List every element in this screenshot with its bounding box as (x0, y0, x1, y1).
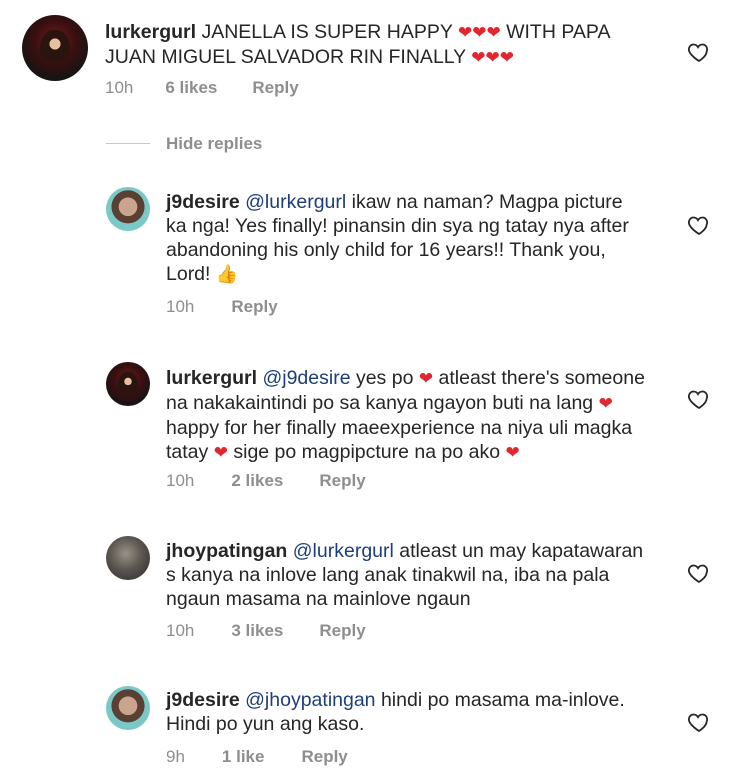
comment-text: lurkergurl JANELLA IS SUPER HAPPY ❤❤❤ WI… (105, 20, 610, 70)
comment-line: abandoning his only child for 16 years!!… (166, 239, 606, 261)
comment-line: JANELLA IS SUPER HAPPY (201, 21, 458, 43)
mention-link[interactable]: @j9desire (262, 367, 350, 389)
hide-replies-button[interactable]: Hide replies (166, 134, 262, 154)
comment-meta: 10h 6 likes Reply (105, 78, 299, 98)
mention-link[interactable]: @lurkergurl (245, 191, 346, 213)
comment-line: Lord! (166, 263, 216, 285)
comment-line: sige po magpipcture na po ako (227, 441, 506, 463)
avatar[interactable] (106, 536, 150, 580)
comment-meta: 10h 2 likes Reply (166, 471, 366, 491)
reply-button[interactable]: Reply (319, 621, 365, 641)
mention-link[interactable]: @lurkergurl (293, 540, 394, 562)
heart-outline-icon[interactable] (686, 213, 712, 237)
comment-text: j9desire @jhoypatingan hindi po masama m… (166, 688, 625, 736)
comment-line: ngaun masama na mainlove ngaun (166, 588, 471, 610)
heart-emoji: ❤ (598, 394, 613, 413)
comment-line: yes po (350, 367, 419, 389)
reply-button[interactable]: Reply (301, 747, 347, 767)
comment-line: JUAN MIGUEL SALVADOR RIN FINALLY (105, 46, 472, 68)
reply-button[interactable]: Reply (252, 78, 298, 98)
heart-emoji: ❤ (418, 369, 434, 388)
comment-meta: 10h 3 likes Reply (166, 621, 366, 641)
divider-line (106, 143, 150, 144)
comment-line: atleast un may kapatawaran (393, 540, 644, 562)
comment-text: jhoypatingan @lurkergurl atleast un may … (166, 539, 643, 611)
likes-count[interactable]: 3 likes (231, 621, 283, 641)
comment-line: s kanya na inlove lang anak tinakwil na,… (166, 564, 610, 586)
heart-outline-icon[interactable] (686, 710, 712, 734)
comment-line: tatay (166, 441, 214, 463)
username[interactable]: j9desire (166, 689, 240, 711)
reply-button[interactable]: Reply (231, 297, 277, 317)
likes-count[interactable]: 2 likes (231, 471, 283, 491)
comment-line: na nakakaintindi po sa kanya ngayon buti… (166, 392, 599, 414)
timestamp: 10h (166, 297, 195, 316)
timestamp: 10h (166, 471, 195, 490)
avatar[interactable] (106, 362, 150, 406)
avatar[interactable] (106, 187, 150, 231)
username[interactable]: j9desire (166, 191, 240, 213)
comment-text: j9desire @lurkergurl ikaw na naman? Magp… (166, 190, 629, 286)
comment-line: ikaw na naman? Magpa picture (346, 191, 623, 213)
comment-line: ka nga! Yes finally! pinansin din sya ng… (166, 215, 629, 237)
hearts-emoji: ❤❤❤ (457, 23, 501, 42)
username[interactable]: lurkergurl (166, 367, 257, 389)
likes-count[interactable]: 6 likes (165, 78, 217, 98)
comment-line: happy for her finally maeexperience na n… (166, 417, 633, 439)
avatar[interactable] (22, 15, 88, 81)
comment-line: Hindi po yun ang kaso. (166, 713, 365, 735)
thumbs-up-emoji: 👍 (215, 264, 239, 284)
timestamp: 9h (166, 747, 185, 766)
comment-meta: 10h Reply (166, 297, 278, 317)
timestamp: 10h (166, 621, 195, 640)
avatar[interactable] (106, 686, 150, 730)
heart-outline-icon[interactable] (686, 561, 712, 585)
username[interactable]: lurkergurl (105, 21, 196, 43)
timestamp: 10h (105, 78, 134, 97)
heart-outline-icon[interactable] (686, 387, 712, 411)
comment-meta: 9h 1 like Reply (166, 747, 348, 767)
comment-line: atleast there's someone (433, 367, 645, 389)
likes-count[interactable]: 1 like (222, 747, 265, 767)
heart-emoji: ❤ (505, 443, 520, 462)
comment-line: WITH PAPA (500, 21, 611, 43)
username[interactable]: jhoypatingan (166, 540, 287, 562)
reply-button[interactable]: Reply (319, 471, 365, 491)
mention-link[interactable]: @jhoypatingan (245, 689, 375, 711)
comment-line: hindi po masama ma-inlove. (375, 689, 625, 711)
comment-text: lurkergurl @j9desire yes po ❤ atleast th… (166, 366, 645, 465)
hearts-emoji: ❤❤❤ (471, 48, 514, 67)
heart-emoji: ❤ (213, 443, 228, 462)
heart-outline-icon[interactable] (686, 40, 712, 64)
